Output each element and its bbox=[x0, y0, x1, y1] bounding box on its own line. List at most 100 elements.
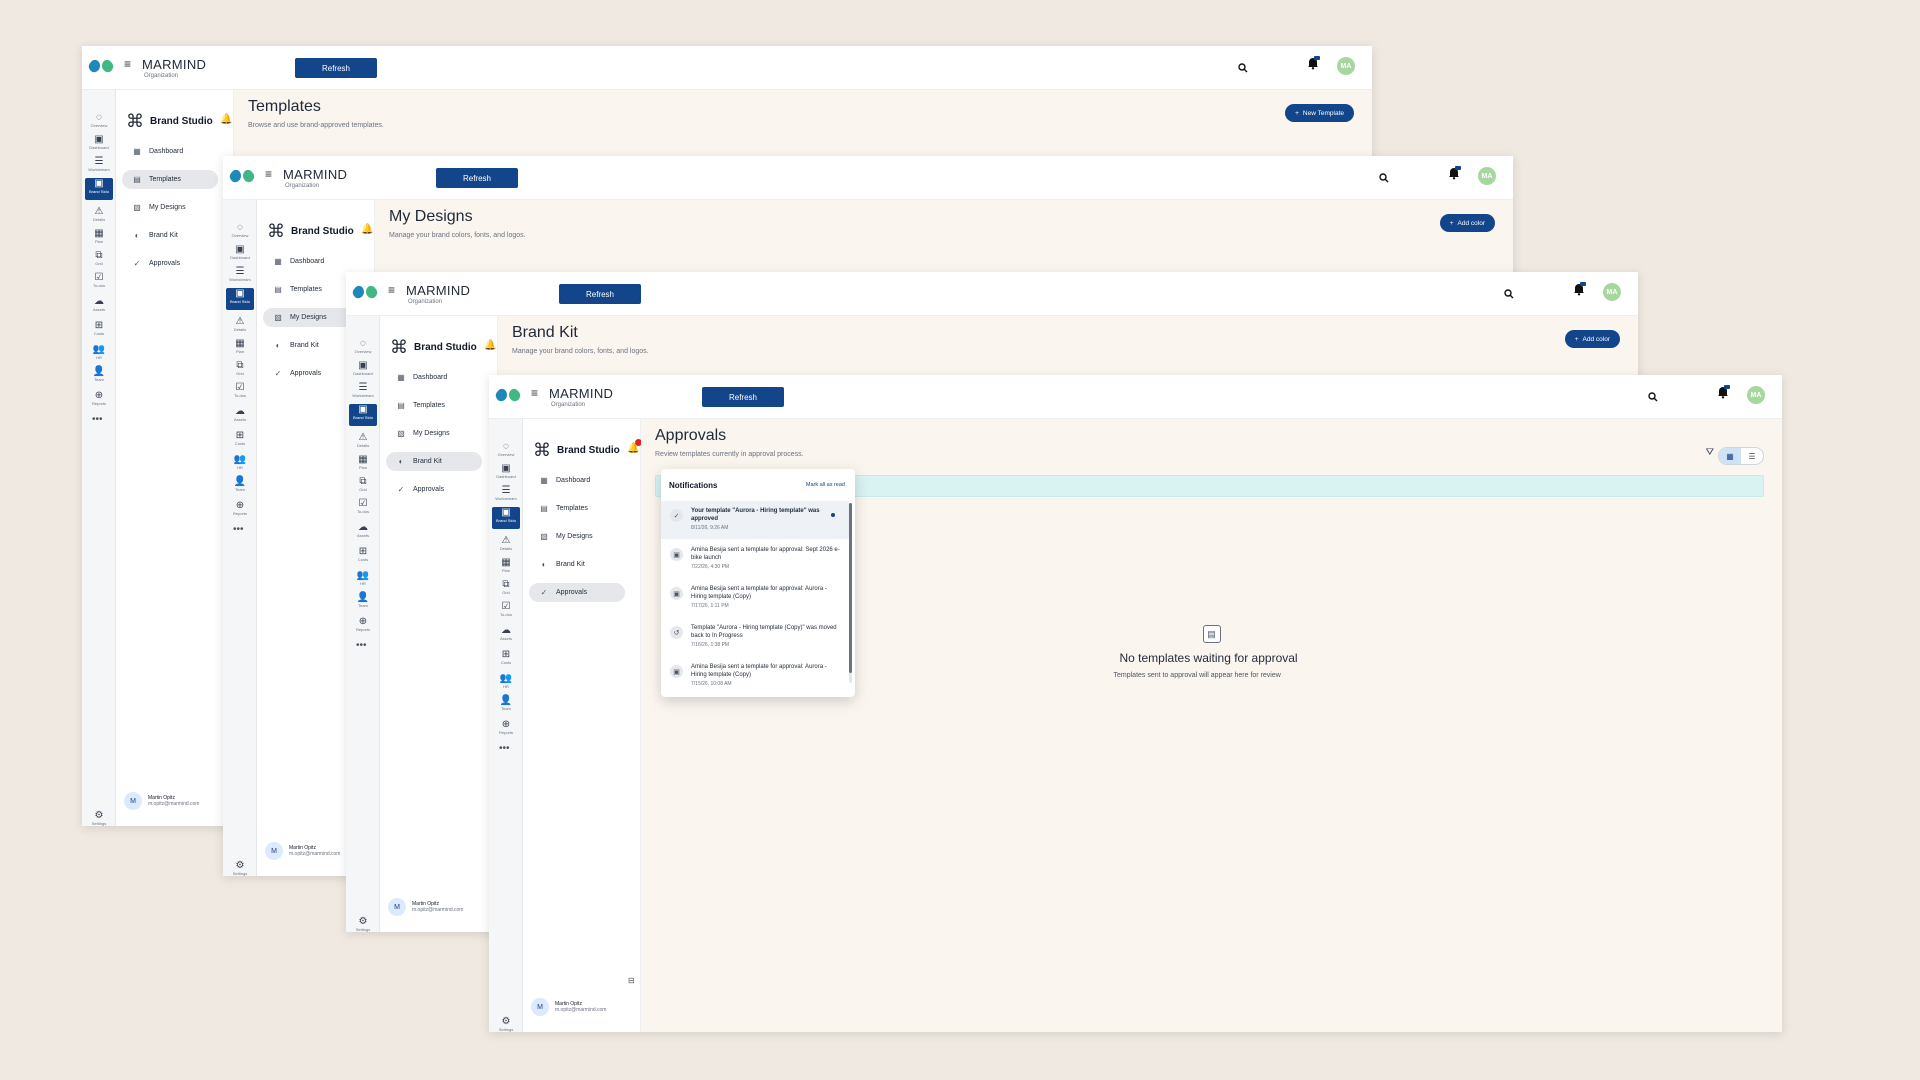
rail-item-brand-stdo[interactable]: ▣ Brand Stdo bbox=[85, 178, 113, 200]
rail-item-brand-stdo[interactable]: ▣ Brand Stdo bbox=[349, 404, 377, 426]
rail-item-plan[interactable]: ▦ Plan bbox=[85, 228, 113, 250]
notification-item[interactable]: ✓ Your template "Aurora - Hiring template… bbox=[661, 501, 849, 539]
nav-item-my-designs[interactable]: ▧ My Designs bbox=[263, 308, 359, 327]
rail-item-costs[interactable]: ⊞ Costs bbox=[349, 546, 377, 568]
nav-item-dashboard[interactable]: ▦ Dashboard bbox=[122, 142, 218, 161]
rail-item-dashboard[interactable]: ▣ Dashboard bbox=[349, 360, 377, 382]
rail-item-grid[interactable]: ⧉ Grid bbox=[492, 579, 520, 601]
search-icon[interactable] bbox=[1504, 286, 1516, 299]
nav-item-templates[interactable]: ▤ Templates bbox=[529, 499, 625, 518]
scrollbar-thumb[interactable] bbox=[849, 503, 852, 673]
marmind-logo-icon[interactable] bbox=[352, 284, 378, 302]
rail-item-to-dos[interactable]: ☑ To-dos bbox=[226, 382, 254, 404]
rail-item-hr[interactable]: 👥 HR bbox=[492, 673, 520, 695]
rail-item-details[interactable]: ⚠ Details bbox=[226, 316, 254, 338]
rail-item-to-dos[interactable]: ☑ To-dos bbox=[492, 601, 520, 623]
nav-item-approvals[interactable]: ✓ Approvals bbox=[529, 583, 625, 602]
nav-item-brand-kit[interactable]: ◐ Brand Kit bbox=[529, 555, 625, 574]
refresh-button[interactable]: Refresh bbox=[702, 387, 784, 407]
rail-item-hr[interactable]: 👥 HR bbox=[85, 344, 113, 366]
rail-item-reports[interactable]: ⊕ Reports bbox=[349, 616, 377, 638]
notification-item[interactable]: ↺ Template "Aurora - Hiring template (Cop… bbox=[661, 618, 849, 656]
rail-item-dashboard[interactable]: ▣ Dashboard bbox=[226, 244, 254, 266]
rail-item-overview[interactable]: ◌ Overview bbox=[226, 222, 254, 244]
nav-item-dashboard[interactable]: ▦ Dashboard bbox=[529, 471, 625, 490]
rail-item-costs[interactable]: ⊞ Costs bbox=[492, 649, 520, 671]
rail-item-dashboard[interactable]: ▣ Dashboard bbox=[85, 134, 113, 156]
rail-item-team[interactable]: 👤 Team bbox=[349, 592, 377, 614]
nav-item-approvals[interactable]: ✓ Approvals bbox=[122, 254, 218, 273]
rail-item-overview[interactable]: ◌ Overview bbox=[349, 338, 377, 360]
bell-icon[interactable]: 🔔 bbox=[220, 114, 232, 125]
notifications-bell-icon[interactable] bbox=[1447, 166, 1463, 184]
rail-item-details[interactable]: ⚠ Details bbox=[349, 432, 377, 454]
marmind-logo-icon[interactable] bbox=[495, 387, 521, 405]
menu-icon[interactable]: ≡ bbox=[124, 58, 131, 70]
rail-item-costs[interactable]: ⊞ Costs bbox=[226, 430, 254, 452]
primary-action-button[interactable]: + Add color bbox=[1439, 214, 1495, 232]
rail-item-plan[interactable]: ▦ Plan bbox=[226, 338, 254, 360]
notifications-bell-icon[interactable] bbox=[1716, 385, 1732, 403]
search-icon[interactable] bbox=[1238, 60, 1250, 73]
rail-item-grid[interactable]: ⧉ Grid bbox=[226, 360, 254, 382]
rail-item-workstream[interactable]: ☰ Workstream bbox=[226, 266, 254, 288]
nav-item-brand-kit[interactable]: ◐ Brand Kit bbox=[122, 226, 218, 245]
settings-button[interactable]: ⚙ Settings bbox=[226, 860, 254, 876]
notification-item[interactable]: ▣ Amina Besija sent a template for approv… bbox=[661, 540, 849, 578]
search-icon[interactable] bbox=[1379, 170, 1391, 183]
user-avatar[interactable]: MA bbox=[1478, 167, 1496, 185]
list-view-icon[interactable]: ☰ bbox=[1741, 448, 1763, 464]
more-icon[interactable]: ••• bbox=[233, 524, 244, 535]
rail-item-assets[interactable]: ☁ Assets bbox=[85, 296, 113, 318]
user-avatar[interactable]: MA bbox=[1337, 57, 1355, 75]
notification-item[interactable]: ▣ Amina Besija sent a template for approv… bbox=[661, 579, 849, 617]
nav-item-templates[interactable]: ▤ Templates bbox=[263, 280, 359, 299]
user-avatar[interactable]: MA bbox=[1747, 386, 1765, 404]
rail-item-workstream[interactable]: ☰ Workstream bbox=[349, 382, 377, 404]
collapse-panel-icon[interactable]: ⊟ bbox=[628, 976, 635, 985]
rail-item-to-dos[interactable]: ☑ To-dos bbox=[349, 498, 377, 520]
user-card[interactable]: M Martin Opitz m.opitz@marmind.com bbox=[388, 898, 463, 916]
user-card[interactable]: M Martin Opitz m.opitz@marmind.com bbox=[265, 842, 340, 860]
notifications-scrollbar[interactable] bbox=[849, 503, 852, 683]
rail-item-brand-stdo[interactable]: ▣ Brand Stdo bbox=[492, 507, 520, 529]
rail-item-costs[interactable]: ⊞ Costs bbox=[85, 320, 113, 342]
primary-action-button[interactable]: + New Template bbox=[1285, 104, 1354, 122]
rail-item-dashboard[interactable]: ▣ Dashboard bbox=[492, 463, 520, 485]
more-icon[interactable]: ••• bbox=[499, 743, 510, 754]
more-icon[interactable]: ••• bbox=[92, 414, 103, 425]
menu-icon[interactable]: ≡ bbox=[265, 168, 272, 180]
mark-all-read-link[interactable]: Mark all as read bbox=[806, 482, 845, 488]
nav-item-approvals[interactable]: ✓ Approvals bbox=[386, 480, 482, 499]
nav-item-brand-kit[interactable]: ◐ Brand Kit bbox=[263, 336, 359, 355]
marmind-logo-icon[interactable] bbox=[229, 168, 255, 186]
rail-item-reports[interactable]: ⊕ Reports bbox=[85, 390, 113, 412]
rail-item-grid[interactable]: ⧉ Grid bbox=[85, 250, 113, 272]
rail-item-details[interactable]: ⚠ Details bbox=[492, 535, 520, 557]
rail-item-team[interactable]: 👤 Team bbox=[226, 476, 254, 498]
nav-item-approvals[interactable]: ✓ Approvals bbox=[263, 364, 359, 383]
nav-item-my-designs[interactable]: ▧ My Designs bbox=[122, 198, 218, 217]
refresh-button[interactable]: Refresh bbox=[559, 284, 641, 304]
rail-item-assets[interactable]: ☁ Assets bbox=[226, 406, 254, 428]
filter-icon[interactable]: ⛛ bbox=[1706, 447, 1714, 458]
rail-item-brand-stdo[interactable]: ▣ Brand Stdo bbox=[226, 288, 254, 310]
refresh-button[interactable]: Refresh bbox=[295, 58, 377, 78]
settings-button[interactable]: ⚙ Settings bbox=[85, 810, 113, 826]
rail-item-hr[interactable]: 👥 HR bbox=[226, 454, 254, 476]
rail-item-overview[interactable]: ◌ Overview bbox=[85, 112, 113, 134]
rail-item-plan[interactable]: ▦ Plan bbox=[349, 454, 377, 476]
more-icon[interactable]: ••• bbox=[356, 640, 367, 651]
user-card[interactable]: M Martin Opitz m.opitz@marmind.com bbox=[531, 998, 606, 1016]
nav-item-my-designs[interactable]: ▧ My Designs bbox=[529, 527, 625, 546]
rail-item-plan[interactable]: ▦ Plan bbox=[492, 557, 520, 579]
rail-item-team[interactable]: 👤 Team bbox=[492, 695, 520, 717]
menu-icon[interactable]: ≡ bbox=[388, 284, 395, 296]
nav-item-dashboard[interactable]: ▦ Dashboard bbox=[386, 368, 482, 387]
user-card[interactable]: M Martin Opitz m.opitz@marmind.com bbox=[124, 792, 199, 810]
bell-icon[interactable]: 🔔 bbox=[361, 224, 373, 235]
nav-item-brand-kit[interactable]: ◐ Brand Kit bbox=[386, 452, 482, 471]
nav-item-templates[interactable]: ▤ Templates bbox=[122, 170, 218, 189]
nav-item-my-designs[interactable]: ▧ My Designs bbox=[386, 424, 482, 443]
rail-item-reports[interactable]: ⊕ Reports bbox=[492, 719, 520, 741]
